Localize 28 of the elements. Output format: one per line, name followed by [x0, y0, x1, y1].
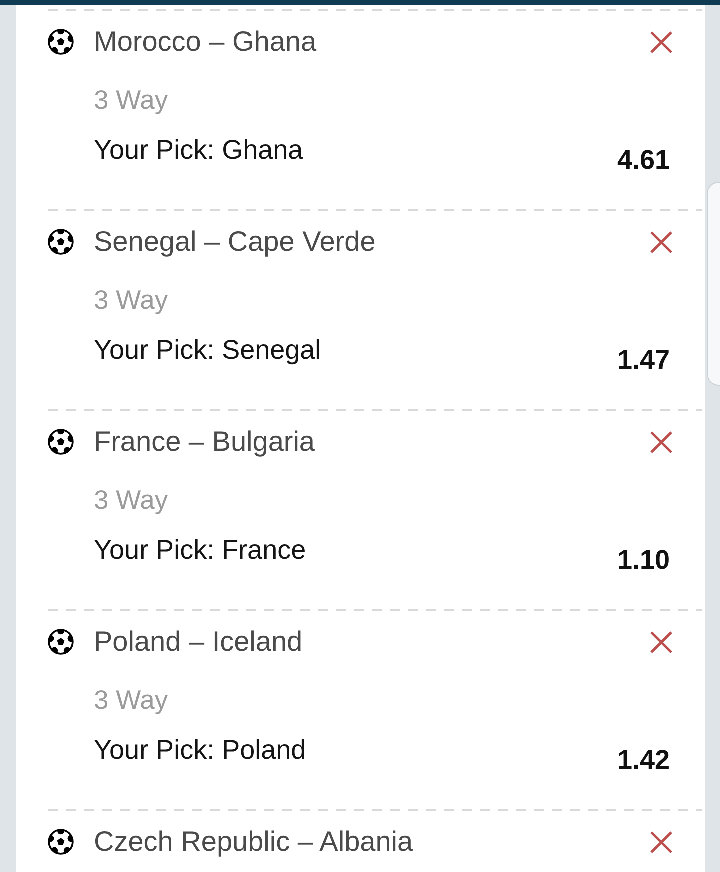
- soccer-ball-icon: [48, 629, 74, 655]
- close-icon[interactable]: [650, 30, 673, 54]
- match-title: Morocco – Ghana: [94, 26, 318, 58]
- pick-label: Your Pick: France: [94, 534, 308, 566]
- soccer-ball-icon: [48, 829, 74, 855]
- odds-value: 4.61: [617, 144, 670, 176]
- close-icon[interactable]: [650, 430, 673, 454]
- odds-value: 1.42: [617, 744, 670, 776]
- pick-label: Your Pick: Senegal: [94, 334, 322, 366]
- match-title: Czech Republic – Albania: [94, 826, 414, 858]
- match-title: Poland – Iceland: [94, 626, 304, 658]
- pick-label: Your Pick: Poland: [94, 734, 308, 766]
- market-label: 3 Way: [94, 84, 170, 116]
- soccer-ball-icon: [48, 229, 74, 255]
- soccer-ball-icon: [48, 429, 74, 455]
- match-title: Senegal – Cape Verde: [94, 226, 377, 258]
- edge-panel-handle[interactable]: [707, 182, 720, 386]
- market-label: 3 Way: [94, 284, 170, 316]
- soccer-ball-icon: [48, 29, 74, 55]
- market-label: 3 Way: [94, 684, 170, 716]
- close-icon[interactable]: [650, 230, 673, 254]
- pick-label: Your Pick: Ghana: [94, 134, 304, 166]
- match-title: France – Bulgaria: [94, 426, 316, 458]
- close-icon[interactable]: [650, 630, 673, 654]
- close-icon[interactable]: [650, 830, 673, 854]
- odds-value: 1.10: [617, 544, 670, 576]
- market-label: 3 Way: [94, 484, 170, 516]
- odds-value: 1.47: [617, 344, 670, 376]
